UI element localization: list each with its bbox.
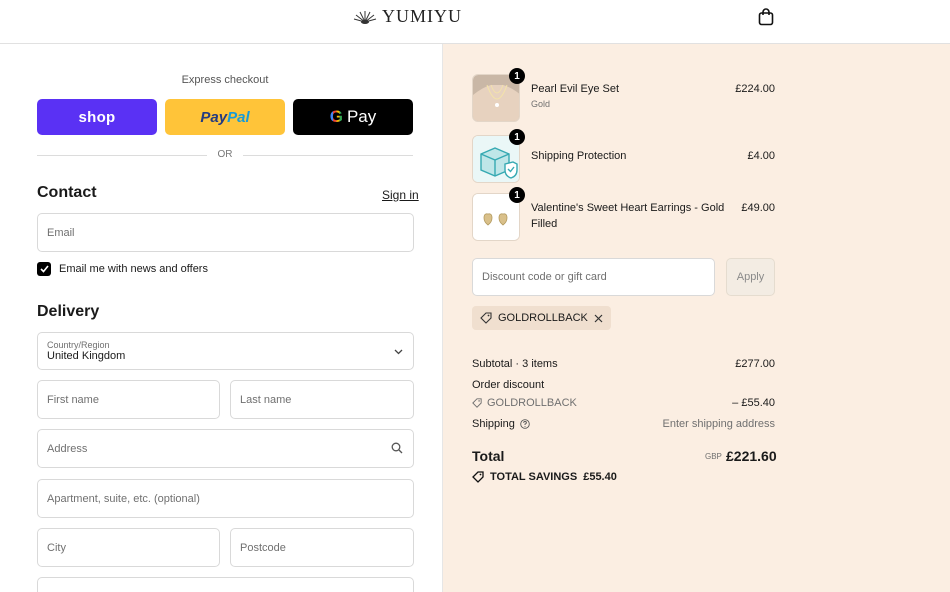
shipping-label: Shipping: [472, 418, 515, 430]
apartment-placeholder: Apartment, suite, etc. (optional): [47, 492, 200, 505]
brand-logo[interactable]: YUMIYU: [352, 6, 462, 27]
discount-placeholder: Discount code or gift card: [482, 271, 607, 283]
line-item: 1 Shipping Protection £4.00: [472, 129, 775, 183]
sign-in-link[interactable]: Sign in: [382, 188, 419, 202]
city-placeholder: City: [47, 541, 66, 554]
discount-code-row: GOLDROLLBACK – £55.40: [472, 397, 775, 409]
first-name-placeholder: First name: [47, 393, 99, 406]
order-summary: 1 Pearl Evil Eye Set Gold £224.00 1 Ship…: [443, 44, 950, 592]
total-label: Total: [472, 448, 505, 464]
paypal-label-pal: Pal: [227, 108, 250, 126]
country-value: United Kingdom: [47, 350, 126, 362]
google-pay-label: Pay: [346, 107, 377, 126]
address-placeholder: Address: [47, 442, 88, 455]
item-price: £4.00: [747, 150, 775, 162]
discount-code-input[interactable]: Discount code or gift card: [472, 258, 715, 296]
savings-label: TOTAL SAVINGS: [490, 471, 578, 483]
or-divider: OR: [37, 148, 413, 162]
last-name-field[interactable]: Last name: [230, 380, 414, 419]
item-name: Valentine's Sweet Heart Earrings - Gold: [531, 202, 725, 214]
newsletter-checkbox[interactable]: [37, 262, 51, 276]
chevron-down-icon: [394, 349, 403, 355]
contact-title: Contact: [37, 184, 97, 201]
applied-code-text: GOLDROLLBACK: [498, 312, 588, 324]
discount-code-label: GOLDROLLBACK: [487, 397, 577, 409]
or-text: OR: [217, 149, 233, 160]
express-checkout-label: Express checkout: [181, 74, 269, 86]
newsletter-label: Email me with news and offers: [59, 263, 208, 275]
postcode-placeholder: Postcode: [240, 541, 286, 554]
paypal-button[interactable]: Pay Pal: [165, 99, 285, 135]
delivery-title: Delivery: [37, 303, 100, 320]
brand-name: YUMIYU: [382, 6, 462, 26]
first-name-field[interactable]: First name: [37, 380, 220, 419]
google-pay-button[interactable]: G Pay: [293, 99, 413, 135]
country-label: Country/Region: [47, 340, 110, 350]
apartment-field[interactable]: Apartment, suite, etc. (optional): [37, 479, 414, 518]
site-header: YUMIYU: [0, 0, 950, 44]
tag-icon: [480, 312, 492, 324]
line-item: 1 Valentine's Sweet Heart Earrings - Gol…: [472, 187, 775, 241]
sunburst-logo-icon: [353, 10, 377, 24]
apply-button[interactable]: Apply: [726, 258, 775, 296]
shipping-label-group: Shipping: [472, 418, 530, 430]
shopping-bag-icon[interactable]: [758, 8, 774, 26]
tag-icon: [472, 471, 484, 483]
quantity-badge: 1: [509, 187, 525, 203]
quantity-badge: 1: [509, 68, 525, 84]
subtotal-value: £277.00: [735, 358, 775, 370]
newsletter-option[interactable]: Email me with news and offers: [37, 262, 208, 276]
search-icon: [391, 442, 403, 454]
city-field[interactable]: City: [37, 528, 220, 567]
help-icon[interactable]: [520, 419, 530, 429]
paypal-label-pay: Pay: [200, 108, 228, 126]
quantity-badge: 1: [509, 129, 525, 145]
discount-value: – £55.40: [732, 397, 775, 409]
shipping-row: Shipping Enter shipping address: [472, 418, 775, 430]
discount-code-group: GOLDROLLBACK: [472, 397, 775, 409]
subtotal-label: Subtotal · 3 items: [472, 358, 558, 370]
tag-icon: [472, 398, 482, 408]
checkmark-icon: [39, 265, 49, 273]
email-placeholder: Email: [47, 226, 75, 239]
item-variant: Gold: [531, 99, 551, 109]
order-discount-row: Order discount: [472, 379, 775, 391]
postcode-field[interactable]: Postcode: [230, 528, 414, 567]
last-name-placeholder: Last name: [240, 393, 292, 406]
subtotal-row: Subtotal · 3 items £277.00: [472, 358, 775, 370]
shipping-value: Enter shipping address: [662, 418, 775, 430]
total-value: £221.60: [726, 448, 777, 464]
google-g-icon: G: [329, 107, 343, 126]
applied-discount-chip: GOLDROLLBACK: [472, 306, 611, 330]
email-field[interactable]: Email: [37, 213, 414, 252]
item-name: Pearl Evil Eye Set: [531, 83, 620, 95]
item-name-continued: Filled: [531, 218, 558, 230]
shop-pay-label: shop: [78, 108, 116, 126]
savings-value: £55.40: [583, 471, 617, 483]
item-price: £49.00: [741, 202, 775, 214]
phone-field[interactable]: [37, 577, 414, 592]
order-discount-label: Order discount: [472, 379, 545, 391]
total-savings: TOTAL SAVINGS £55.40: [472, 471, 617, 483]
item-price: £224.00: [735, 83, 775, 95]
total-currency: GBP: [705, 452, 722, 461]
item-name: Shipping Protection: [531, 150, 627, 162]
checkout-form: Express checkout shop Pay Pal G Pay OR Co…: [0, 44, 443, 592]
line-item: 1 Pearl Evil Eye Set Gold £224.00: [472, 68, 775, 122]
address-field[interactable]: Address: [37, 429, 414, 468]
shop-pay-button[interactable]: shop: [37, 99, 157, 135]
remove-discount-icon[interactable]: [594, 314, 603, 323]
country-select[interactable]: Country/Region United Kingdom: [37, 332, 414, 370]
